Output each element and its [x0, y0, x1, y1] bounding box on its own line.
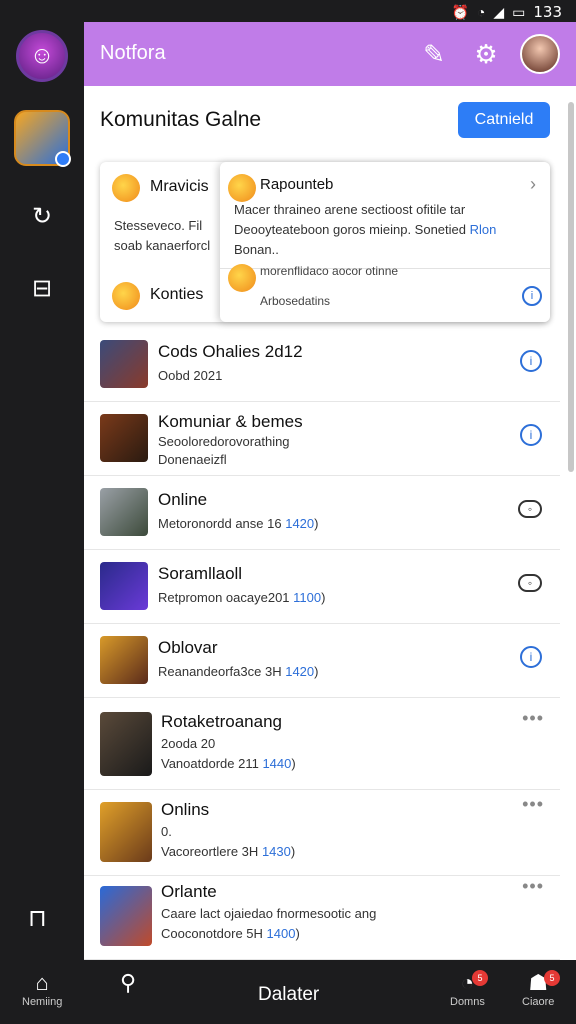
more-options-icon[interactable]: ••• — [522, 794, 544, 815]
item-subtitle: 0. — [161, 824, 172, 839]
popover-body: Macer thraineo arene sectioost ofitile t… — [234, 202, 497, 257]
game-thumbnail — [100, 562, 148, 610]
list-item[interactable]: Soramllaoll Retpromon oacaye201 1100) ◦ — [84, 550, 560, 624]
nav-home[interactable]: ⌂ Nemiing — [22, 970, 62, 1008]
info-icon[interactable]: i — [520, 424, 542, 446]
info-icon[interactable]: i — [520, 646, 542, 668]
main-panel: Notfora ✎ ⚙ Komunitas Galne Catnield Mra… — [84, 22, 576, 960]
item-subtitle: Caare lact ojaiedao fnormesootic ang — [161, 906, 377, 921]
item-title: Soramllaoll — [158, 564, 243, 583]
item-subtitle-2: Donenaeizfl — [158, 452, 227, 467]
page-title: Komunitas Galne — [100, 108, 262, 131]
list-item[interactable]: Rotaketroanang 2ooda 20 Vanoatdorde 211 … — [84, 698, 560, 790]
nav-notifications-label: Domns — [450, 996, 485, 1008]
item-title: Online — [158, 490, 208, 509]
game-thumbnail — [100, 636, 148, 684]
item-subtitle: Oobd 2021 — [158, 368, 223, 383]
item-title: Rotaketroanang — [161, 712, 282, 731]
item-subtitle-2: Vanoatdorde 211 1440) — [161, 756, 296, 771]
notification-card[interactable]: Mravicis Stesseveco. Fil soab kanaerforc… — [100, 162, 550, 322]
sync-icon[interactable]: ↻ — [27, 202, 57, 232]
status-time: 133 — [533, 3, 562, 21]
profile-avatar[interactable] — [520, 34, 560, 74]
notification-popover[interactable]: Rapounteb › Macer thraineo arene sectioo… — [220, 162, 550, 322]
wifi-icon: ◔ — [476, 4, 486, 20]
lock-icon[interactable]: ⊓ — [28, 904, 47, 933]
scrollbar[interactable] — [568, 102, 574, 472]
list-item[interactable]: Oblovar Reanandeorfa3ce 3H 1420) i — [84, 624, 560, 698]
item-subtitle: Metoronordd anse 16 1420) — [158, 516, 319, 531]
home-icon: ⌂ — [35, 970, 49, 995]
user-avatar[interactable]: ☺ — [16, 30, 68, 82]
top-bar: Notfora ✎ ⚙ — [84, 22, 576, 86]
item-subtitle: Seooloredorovorathing — [158, 434, 290, 449]
edit-tool-icon[interactable]: ✎ — [416, 36, 452, 72]
signal-icon: ◢ — [493, 3, 505, 20]
list-item[interactable]: Online Metoronordd anse 16 1420) ◦ — [84, 476, 560, 550]
game-thumbnail — [100, 414, 148, 462]
profile-badge: 5 — [544, 970, 560, 986]
item-title: Cods Ohalies 2d12 — [158, 342, 303, 361]
info-icon[interactable]: i — [520, 350, 542, 372]
alarm-icon: ⏰ — [451, 3, 469, 20]
side-rail: ☺ ↻ ⊟ ⊓ — [0, 22, 84, 960]
toggle-icon[interactable]: ◦ — [518, 574, 542, 592]
app-title: Notfora — [100, 42, 166, 64]
item-title: Onlins — [161, 800, 210, 819]
game-thumbnail — [100, 340, 148, 388]
section-header: Komunitas Galne Catnield — [84, 86, 576, 156]
nav-home-label: Nemiing — [22, 996, 63, 1008]
header-action-button[interactable]: Catnield — [458, 102, 550, 138]
chevron-right-icon[interactable]: › — [530, 174, 536, 195]
battery-icon: ▭ — [512, 3, 526, 20]
emoji-icon — [112, 174, 140, 202]
nav-notifications[interactable]: ◔ Domns 5 — [450, 970, 488, 1008]
nav-center-label[interactable]: Dalater — [258, 984, 319, 1006]
item-subtitle: Retpromon oacaye201 1100) — [158, 590, 326, 605]
notification-body: Stesseveco. Fil soab kanaerforcl — [114, 218, 211, 253]
game-thumbnail — [100, 802, 152, 862]
list-item[interactable]: Orlante Caare lact ojaiedao fnormesootic… — [84, 876, 560, 960]
settings-icon[interactable]: ⚙ — [468, 36, 504, 72]
game-app-icon[interactable] — [14, 110, 71, 167]
nav-profile-label: Ciaore — [522, 996, 555, 1008]
emoji-icon — [228, 264, 256, 292]
more-options-icon[interactable]: ••• — [522, 876, 544, 897]
search-icon: ⚲ — [120, 970, 137, 995]
inbox-icon[interactable]: ⊟ — [27, 274, 57, 304]
item-subtitle: Reanandeorfa3ce 3H 1420) — [158, 664, 319, 679]
item-subtitle-2: Vacoreortlere 3H 1430) — [161, 844, 296, 859]
item-title: Komuniar & bemes — [158, 412, 303, 431]
item-subtitle-2: Cooconotdore 5H 1400) — [161, 926, 300, 941]
list-item[interactable]: Cods Ohalies 2d12 Oobd 2021 i — [84, 328, 560, 402]
popover-subtitle: morenflidaco aocor otinne — [260, 264, 399, 278]
emoji-icon — [228, 174, 256, 202]
toggle-icon[interactable]: ◦ — [518, 500, 542, 518]
notification-second-title: Konties — [150, 286, 204, 303]
bottom-navigation: ⌂ Nemiing ⚲ Dalater ◔ Domns 5 ☗ Ciaore 5 — [0, 960, 576, 1024]
notification-badge: 5 — [472, 970, 488, 986]
nav-profile[interactable]: ☗ Ciaore 5 — [522, 970, 560, 1008]
item-subtitle: 2ooda 20 — [161, 736, 216, 751]
game-thumbnail — [100, 886, 152, 946]
game-thumbnail — [100, 712, 152, 776]
more-options-icon[interactable]: ••• — [522, 708, 544, 729]
nav-search[interactable]: ⚲ — [120, 970, 136, 996]
item-title: Oblovar — [158, 638, 218, 657]
popover-subtext: Arbosedatins — [260, 294, 331, 308]
info-icon[interactable]: i — [522, 286, 542, 306]
game-thumbnail — [100, 488, 148, 536]
game-badge-icon — [55, 151, 71, 167]
notification-title: Mravicis — [150, 178, 209, 195]
list-item[interactable]: Onlins 0. Vacoreortlere 3H 1430) ••• — [84, 790, 560, 876]
status-bar: ⏰ ◔ ◢ ▭ 133 — [0, 0, 576, 22]
popover-title: Rapounteb — [260, 176, 334, 193]
list-item[interactable]: Komuniar & bemes Seooloredorovorathing D… — [84, 402, 560, 476]
item-title: Orlante — [161, 882, 217, 901]
emoji-icon — [112, 282, 140, 310]
popover-link[interactable]: Rlon — [470, 222, 497, 237]
